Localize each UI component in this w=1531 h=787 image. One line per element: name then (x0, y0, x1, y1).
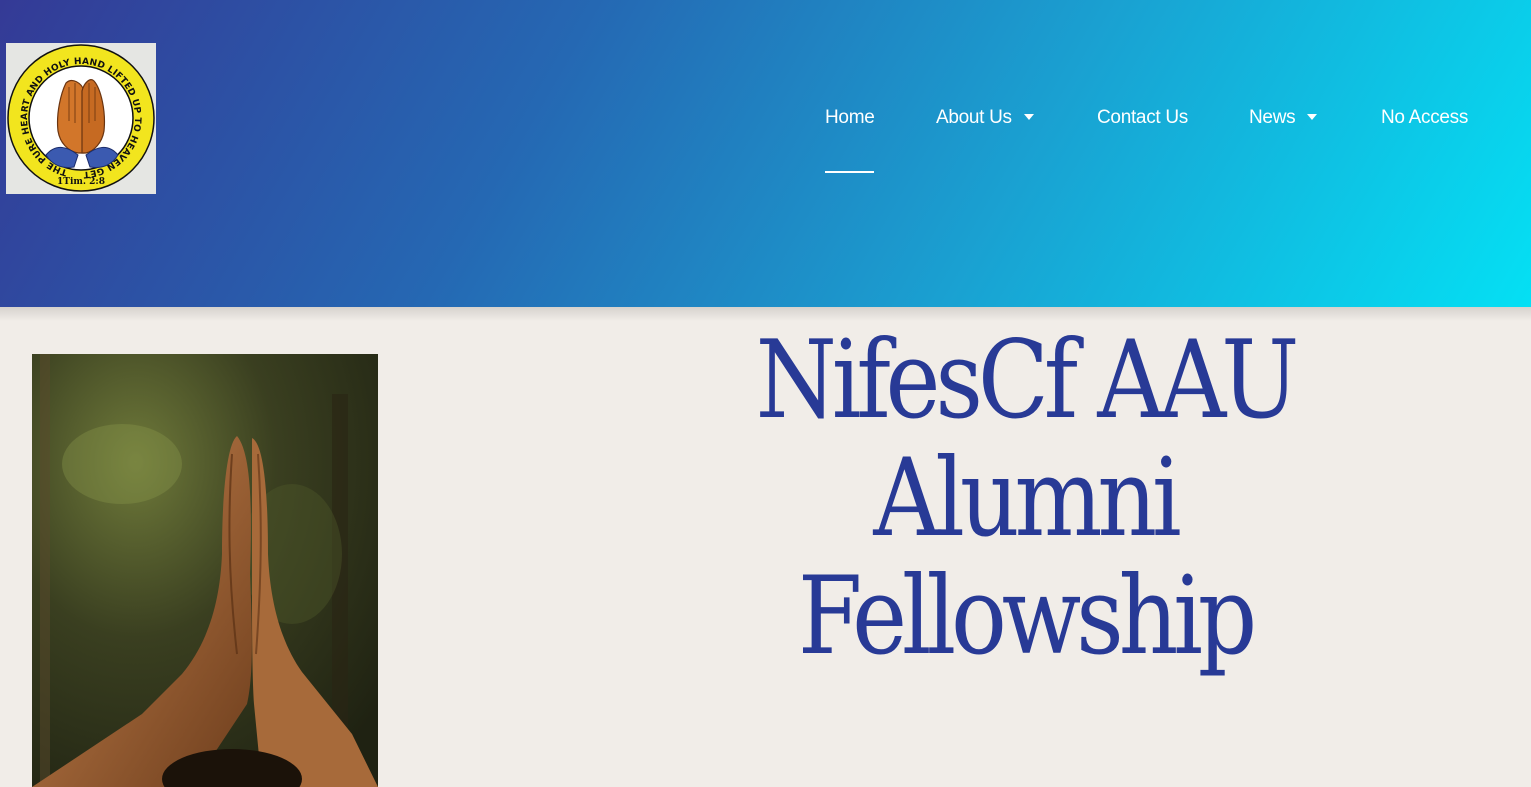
page-title: NifesCf AAU Alumni Fellowship (599, 322, 1450, 676)
nav-item-home[interactable]: Home (825, 104, 875, 174)
nav-item-label: About Us (936, 107, 1012, 128)
main-nav: Home About Us Contact Us News No Access (0, 104, 1531, 174)
site-header: THE PURE HEART AND HOLY HAND LIFTED UP T… (0, 0, 1531, 307)
nav-item-label: No Access (1381, 107, 1469, 128)
logo-verse: 1Tim. 2:8 (57, 177, 105, 187)
active-indicator (825, 171, 875, 173)
nav-item-label: News (1249, 107, 1296, 128)
nav-item-label: Contact Us (1097, 107, 1188, 128)
page-title-line-1: NifesCf AAU Alumni (755, 318, 1300, 561)
praying-hands-photo (32, 354, 378, 787)
nav-item-news[interactable]: News (1249, 104, 1318, 174)
page-title-line-2: Fellowship (797, 554, 1257, 679)
nav-item-label: Home (825, 107, 875, 128)
chevron-down-icon (1023, 114, 1034, 120)
chevron-down-icon (1307, 114, 1318, 120)
nav-item-contact-us[interactable]: Contact Us (1097, 104, 1188, 174)
nav-item-about-us[interactable]: About Us (936, 104, 1034, 174)
nav-item-no-access[interactable]: No Access (1381, 104, 1468, 174)
